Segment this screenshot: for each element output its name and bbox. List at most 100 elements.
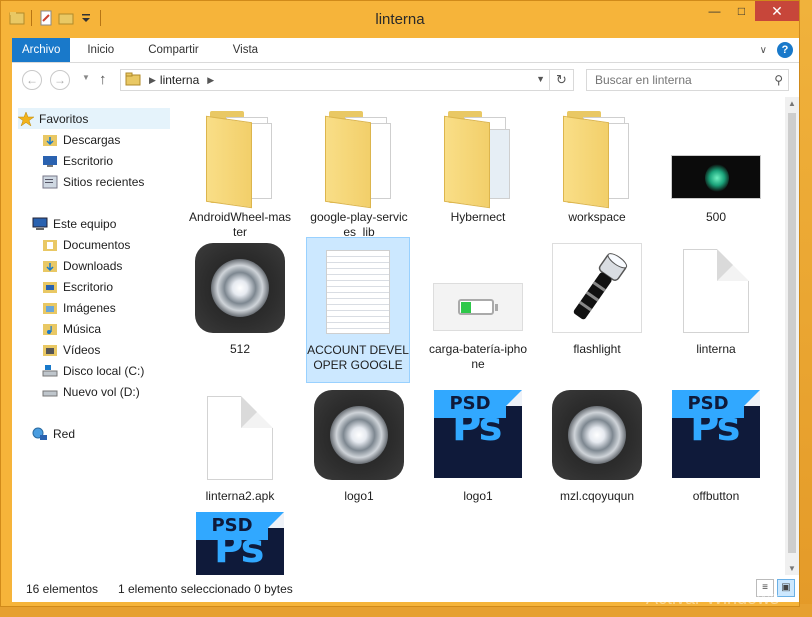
vertical-scrollbar[interactable]: ▲ ▼ [785, 97, 799, 575]
nav-documentos[interactable]: Documentos [42, 234, 130, 255]
nav-este-equipo[interactable]: Este equipo [32, 213, 116, 234]
recent-locations-button[interactable]: ▼ [82, 73, 90, 82]
refresh-button[interactable]: ↻ [550, 69, 574, 91]
file-item[interactable]: mzl.cqoyuqun [545, 384, 649, 504]
scrollbar-thumb[interactable] [788, 113, 796, 553]
nav-label: Downloads [63, 258, 123, 273]
nav-sitios-recientes[interactable]: Sitios recientes [42, 171, 144, 192]
nav-nuevo-vol-d[interactable]: Nuevo vol (D:) [42, 381, 140, 402]
large-icons-view-button[interactable]: ▣ [777, 579, 795, 597]
nav-label: Disco local (C:) [63, 363, 145, 378]
close-button[interactable]: ✕ [755, 1, 799, 21]
expand-ribbon-icon[interactable]: ∨ [760, 45, 767, 56]
desktop-folder-icon [42, 280, 58, 294]
file-name: google-play-services_lib [310, 210, 408, 239]
file-name: 512 [229, 342, 251, 356]
blank-file-icon [207, 396, 273, 480]
nav-label: Sitios recientes [63, 174, 145, 189]
breadcrumb-chevron-icon[interactable]: ▶ [149, 75, 156, 86]
file-item[interactable]: google-play-services_lib [307, 105, 411, 240]
file-item[interactable]: AndroidWheel-master [188, 105, 292, 240]
file-item[interactable]: PSD Ps [188, 506, 292, 575]
nav-label: Descargas [63, 132, 121, 147]
folder-icon [323, 109, 395, 209]
nav-label: Red [53, 426, 76, 441]
nav-descargas[interactable]: Descargas [42, 129, 120, 150]
folder-icon [561, 109, 633, 209]
breadcrumb-chevron-icon[interactable]: ▶ [207, 75, 214, 86]
file-item[interactable]: Hybernect [426, 105, 530, 225]
nav-musica[interactable]: Música [42, 318, 101, 339]
tab-inicio[interactable]: Inicio [70, 38, 131, 62]
nav-videos[interactable]: Vídeos [42, 339, 100, 360]
nav-label: Imágenes [63, 300, 116, 315]
file-name: AndroidWheel-master [188, 210, 292, 239]
videos-folder-icon [42, 343, 58, 357]
explorer-window: linterna — □ ✕ Archivo Inicio Compartir … [0, 0, 800, 607]
nav-escritorio[interactable]: Escritorio [42, 276, 113, 297]
file-item[interactable]: PSD Ps offbutton [664, 384, 768, 504]
nav-downloads[interactable]: Downloads [42, 255, 122, 276]
tab-compartir[interactable]: Compartir [131, 38, 215, 62]
nav-escritorio-fav[interactable]: Escritorio [42, 150, 113, 171]
downloads-folder-icon [42, 259, 58, 273]
tab-archivo[interactable]: Archivo [12, 38, 71, 62]
help-icon[interactable]: ? [777, 42, 793, 58]
file-item-selected[interactable]: ACCOUNT DEVELOPER GOOGLE [306, 237, 410, 383]
forward-button[interactable]: → [50, 70, 70, 90]
activation-watermark: Activar Windows [646, 588, 780, 608]
back-button[interactable]: ← [22, 70, 42, 90]
ps-label: Ps [214, 526, 264, 572]
network-icon [32, 427, 48, 441]
drive-windows-icon [42, 364, 58, 378]
file-item[interactable]: linterna [664, 237, 768, 357]
breadcrumb[interactable]: linterna [160, 73, 199, 87]
file-item[interactable]: 500 [664, 105, 768, 225]
nav-label: Vídeos [63, 342, 101, 357]
nav-label: Nuevo vol (D:) [63, 384, 140, 399]
address-bar[interactable]: ▶ linterna ▶ ▼ [120, 69, 550, 91]
nav-label: Favoritos [39, 111, 89, 126]
nav-disco-local-c[interactable]: Disco local (C:) [42, 360, 144, 381]
item-count: 16 elementos [26, 582, 99, 596]
lamp-image-icon [314, 390, 404, 480]
navigation-bar: ← → ▼ ↑ ▶ linterna ▶ ▼ ↻ ⚲ [12, 63, 799, 97]
file-item[interactable]: flashlight [545, 237, 649, 357]
nav-red[interactable]: Red [32, 423, 75, 444]
file-list: AndroidWheel-master google-play-services… [172, 97, 785, 575]
file-name: carga-batería-iphone [428, 342, 528, 371]
window-title: linterna [375, 11, 425, 28]
search-input[interactable] [587, 70, 757, 90]
search-icon[interactable]: ⚲ [774, 73, 783, 87]
file-name: offbutton [692, 489, 740, 503]
file-name: flashlight [573, 342, 621, 356]
file-item[interactable]: 512 [188, 237, 292, 357]
downloads-folder-icon [42, 133, 58, 147]
photoshop-file-icon: PSD Ps [434, 390, 522, 478]
minimize-button[interactable]: — [701, 1, 728, 21]
ribbon: Archivo Inicio Compartir Vista ∨ ? [12, 38, 799, 63]
up-button[interactable]: ↑ [99, 71, 107, 88]
title-bar[interactable]: linterna — □ ✕ [1, 1, 799, 37]
music-folder-icon [42, 322, 58, 336]
scroll-up-arrow-icon[interactable]: ▲ [788, 99, 796, 108]
recent-places-icon [42, 175, 58, 189]
ps-label: Ps [690, 404, 740, 450]
tab-vista[interactable]: Vista [216, 38, 275, 62]
file-item[interactable]: linterna2.apk [188, 384, 292, 504]
maximize-button[interactable]: □ [728, 1, 755, 21]
file-name: Hybernect [450, 210, 506, 224]
nav-favoritos[interactable]: Favoritos [17, 108, 170, 129]
file-name: mzl.cqoyuqun [559, 489, 635, 503]
file-item[interactable]: carga-batería-iphone [426, 237, 530, 372]
file-item[interactable]: logo1 [307, 384, 411, 504]
scroll-down-arrow-icon[interactable]: ▼ [788, 564, 796, 573]
nav-imagenes[interactable]: Imágenes [42, 297, 116, 318]
image-thumbnail [671, 155, 761, 199]
address-dropdown-icon[interactable]: ▼ [536, 74, 545, 84]
file-item[interactable]: PSD Ps logo1 [426, 384, 530, 504]
pictures-folder-icon [42, 301, 58, 315]
computer-icon [32, 217, 48, 231]
folder-icon [442, 109, 514, 209]
file-item[interactable]: workspace [545, 105, 649, 225]
